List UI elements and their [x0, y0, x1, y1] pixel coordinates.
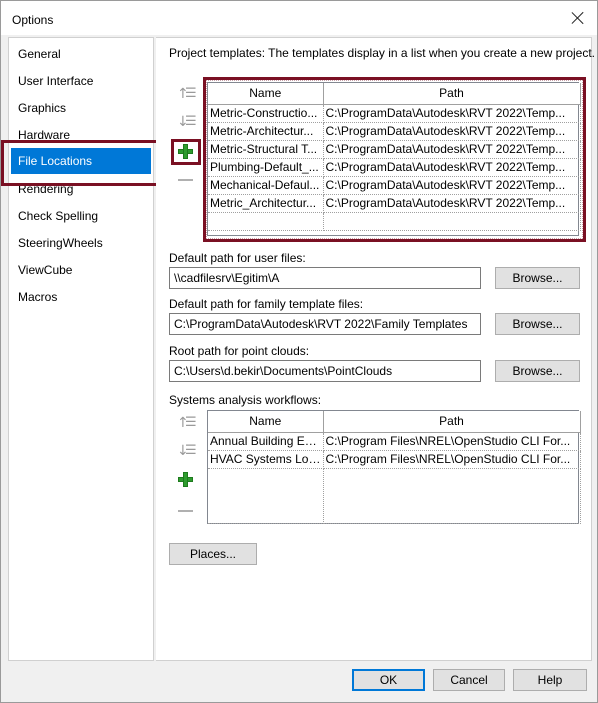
point-clouds-browse-button[interactable]: Browse...	[495, 360, 580, 382]
family-templates-input[interactable]: C:\ProgramData\Autodesk\RVT 2022\Family …	[169, 313, 481, 335]
project-templates-table: Name Path Metric-Constructio... C:\Progr…	[207, 82, 581, 236]
nav-item-file-locations[interactable]: File Locations	[11, 148, 151, 174]
column-header-name[interactable]: Name	[208, 83, 324, 105]
family-templates-browse-button[interactable]: Browse...	[495, 313, 580, 335]
template-name[interactable]: Plumbing-Default_...	[208, 158, 324, 177]
column-header-path[interactable]: Path	[323, 411, 581, 433]
window-title: Options	[12, 13, 54, 27]
remove-icon[interactable]	[176, 172, 196, 190]
template-path[interactable]: C:\ProgramData\Autodesk\RVT 2022\Temp...	[323, 140, 581, 159]
user-files-browse-button[interactable]: Browse...	[495, 267, 580, 289]
places-button[interactable]: Places...	[169, 543, 257, 565]
table-header: Name Path	[208, 411, 581, 433]
point-clouds-input[interactable]: C:\Users\d.bekir\Documents\PointClouds	[169, 360, 481, 382]
table-header: Name Path	[208, 83, 581, 105]
template-path[interactable]: C:\ProgramData\Autodesk\RVT 2022\Temp...	[323, 158, 581, 177]
cancel-button[interactable]: Cancel	[433, 669, 505, 691]
table-row[interactable]: Metric-Architectur... C:\ProgramData\Aut…	[208, 122, 581, 141]
workflow-add-icon[interactable]	[176, 471, 196, 489]
user-files-input[interactable]: \\cadfilesrv\Egitim\A	[169, 267, 481, 289]
workflow-path[interactable]: C:\Program Files\NREL\OpenStudio CLI For…	[323, 432, 581, 451]
table-row[interactable]: Metric_Architectur... C:\ProgramData\Aut…	[208, 194, 581, 213]
workflow-remove-icon[interactable]	[176, 503, 196, 521]
template-name[interactable]: Metric-Constructio...	[208, 104, 324, 123]
options-nav: General User Interface Graphics Hardware…	[8, 37, 154, 661]
help-button[interactable]: Help	[513, 669, 587, 691]
nav-item-rendering[interactable]: Rendering	[9, 178, 153, 200]
nav-item-graphics[interactable]: Graphics	[9, 97, 153, 119]
nav-item-check-spelling[interactable]: Check Spelling	[9, 205, 153, 227]
table-row-empty[interactable]	[208, 212, 581, 231]
template-path[interactable]: C:\ProgramData\Autodesk\RVT 2022\Temp...	[323, 194, 581, 213]
project-templates-label: Project templates: The templates display…	[169, 46, 595, 60]
template-name[interactable]: Metric-Architectur...	[208, 122, 324, 141]
template-name[interactable]: Mechanical-Defaul...	[208, 176, 324, 195]
nav-item-viewcube[interactable]: ViewCube	[9, 259, 153, 281]
workflow-move-up-icon[interactable]: ↑ ☰	[177, 414, 197, 432]
workflow-move-down-icon[interactable]: ↓ ☰	[177, 442, 197, 460]
table-row-empty[interactable]	[208, 468, 581, 524]
title-bar: Options	[1, 1, 597, 35]
options-dialog: Options General User Interface Graphics …	[0, 0, 598, 703]
template-name[interactable]: Metric-Structural T...	[208, 140, 324, 159]
nav-item-steeringwheels[interactable]: SteeringWheels	[9, 232, 153, 254]
table-row[interactable]: HVAC Systems Loa... C:\Program Files\NRE…	[208, 450, 581, 469]
nav-item-general[interactable]: General	[9, 43, 153, 65]
point-clouds-label: Root path for point clouds:	[169, 344, 310, 358]
add-annotation-box	[171, 139, 201, 165]
table-row[interactable]: Metric-Structural T... C:\ProgramData\Au…	[208, 140, 581, 159]
column-header-path[interactable]: Path	[323, 83, 581, 105]
template-path[interactable]: C:\ProgramData\Autodesk\RVT 2022\Temp...	[323, 104, 581, 123]
table-row[interactable]: Mechanical-Defaul... C:\ProgramData\Auto…	[208, 176, 581, 195]
ok-button[interactable]: OK	[352, 669, 425, 691]
template-path[interactable]: C:\ProgramData\Autodesk\RVT 2022\Temp...	[323, 176, 581, 195]
close-icon[interactable]	[569, 9, 587, 27]
nav-item-user-interface[interactable]: User Interface	[9, 70, 153, 92]
template-path[interactable]: C:\ProgramData\Autodesk\RVT 2022\Temp...	[323, 122, 581, 141]
move-down-icon[interactable]: ↓ ☰	[177, 113, 197, 131]
workflow-path[interactable]: C:\Program Files\NREL\OpenStudio CLI For…	[323, 450, 581, 469]
table-row[interactable]: Annual Building En... C:\Program Files\N…	[208, 432, 581, 451]
workflow-name[interactable]: Annual Building En...	[208, 432, 324, 451]
user-files-label: Default path for user files:	[169, 251, 306, 265]
table-row[interactable]: Plumbing-Default_... C:\ProgramData\Auto…	[208, 158, 581, 177]
systems-analysis-label: Systems analysis workflows:	[169, 393, 322, 407]
move-up-icon[interactable]: ↑ ☰	[177, 85, 197, 103]
table-row[interactable]: Metric-Constructio... C:\ProgramData\Aut…	[208, 104, 581, 123]
systems-analysis-table: Name Path Annual Building En... C:\Progr…	[207, 410, 581, 524]
family-templates-label: Default path for family template files:	[169, 297, 364, 311]
nav-item-hardware[interactable]: Hardware	[9, 124, 153, 146]
workflow-name[interactable]: HVAC Systems Loa...	[208, 450, 324, 469]
template-name[interactable]: Metric_Architectur...	[208, 194, 324, 213]
nav-item-macros[interactable]: Macros	[9, 286, 153, 308]
column-header-name[interactable]: Name	[208, 411, 324, 433]
